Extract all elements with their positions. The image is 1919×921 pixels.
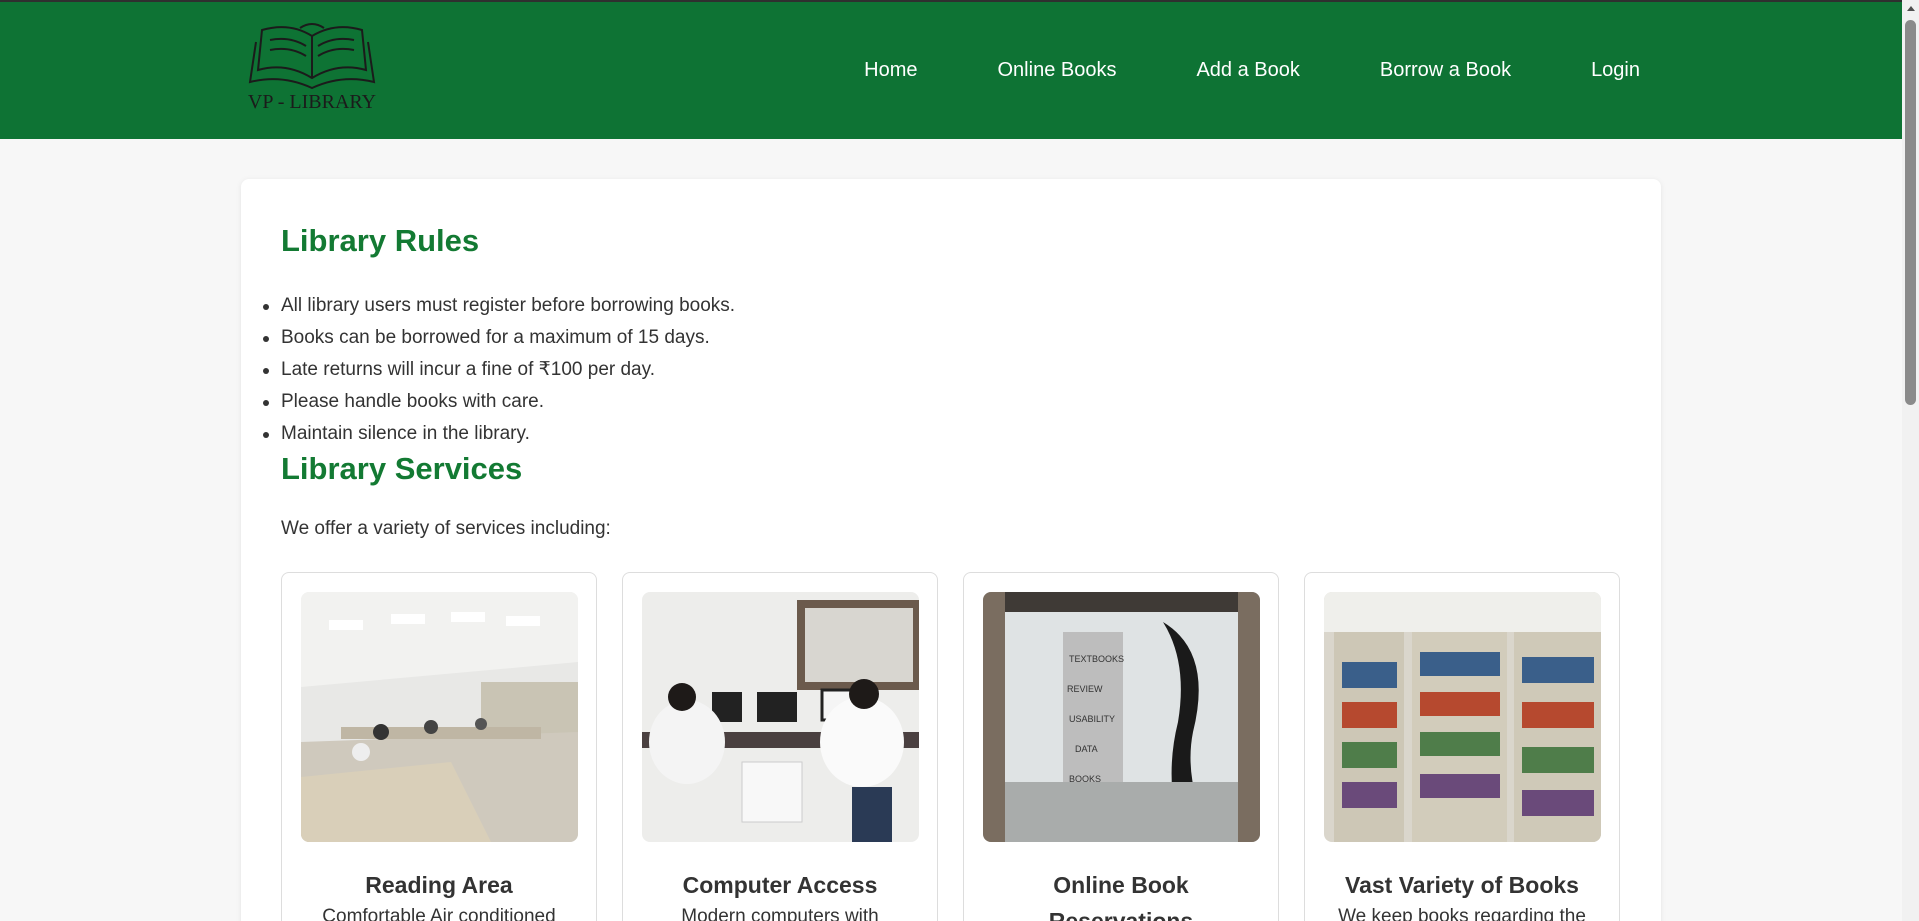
service-title: Vast Variety of Books <box>1345 872 1579 898</box>
site-header: VP - LIBRARY Home Online Books Add a Boo… <box>0 2 1902 139</box>
service-title: Computer Access <box>682 872 878 898</box>
book-logo-icon: VP - LIBRARY <box>248 23 376 113</box>
library-logo[interactable]: VP - LIBRARY <box>240 22 385 114</box>
services-grid: Reading Area Comfortable Air conditioned <box>281 572 1620 921</box>
nav-home[interactable]: Home <box>864 59 917 82</box>
content-card: Library Rules All library users must reg… <box>241 179 1661 921</box>
computer-access-image <box>642 592 919 842</box>
service-card-reading-area: Reading Area Comfortable Air conditioned <box>281 572 597 921</box>
service-card-computer-access: Computer Access Modern computers with <box>622 572 938 921</box>
rule-item: Books can be borrowed for a maximum of 1… <box>262 322 735 354</box>
scroll-up-arrow-icon[interactable] <box>1902 0 1919 17</box>
services-heading: Library Services <box>281 451 523 486</box>
bookshelves-image <box>1324 592 1601 842</box>
reading-area-image <box>301 592 578 842</box>
page-scrollbar[interactable] <box>1902 0 1919 921</box>
nav-borrow-a-book[interactable]: Borrow a Book <box>1380 59 1511 82</box>
main-nav: Home Online Books Add a Book Borrow a Bo… <box>864 2 1640 139</box>
scrollbar-thumb[interactable] <box>1905 20 1916 405</box>
service-desc: We keep books regarding the <box>1338 906 1586 921</box>
online-reservations-image: TEXTBOOKS REVIEW USABILITY DATA BOOKS <box>983 592 1260 842</box>
rule-item: Late returns will incur a fine of ₹100 p… <box>262 354 735 386</box>
service-card-online-book-reservations: TEXTBOOKS REVIEW USABILITY DATA BOOKS Onlin… <box>963 572 1279 921</box>
svg-text:TEXTBOOKS: TEXTBOOKS <box>1069 654 1124 664</box>
svg-text:USABILITY: USABILITY <box>1069 714 1115 724</box>
nav-add-a-book[interactable]: Add a Book <box>1196 59 1299 82</box>
rule-item: All library users must register before b… <box>262 290 735 322</box>
rule-item: Please handle books with care. <box>262 386 735 418</box>
svg-text:DATA: DATA <box>1075 744 1098 754</box>
svg-text:REVIEW: REVIEW <box>1067 684 1103 694</box>
service-title: Online Book Reservations <box>1048 872 1194 921</box>
nav-online-books[interactable]: Online Books <box>998 59 1117 82</box>
svg-text:VP - LIBRARY: VP - LIBRARY <box>248 91 376 113</box>
nav-login[interactable]: Login <box>1591 59 1640 82</box>
service-card-vast-variety: Vast Variety of Books We keep books rega… <box>1304 572 1620 921</box>
service-desc: Comfortable Air conditioned <box>322 906 556 921</box>
service-title: Reading Area <box>365 872 513 898</box>
service-desc: Modern computers with <box>681 906 879 921</box>
rules-list: All library users must register before b… <box>262 290 735 450</box>
rule-item: Maintain silence in the library. <box>262 418 735 450</box>
rules-heading: Library Rules <box>281 223 480 258</box>
services-intro: We offer a variety of services including… <box>281 518 611 539</box>
